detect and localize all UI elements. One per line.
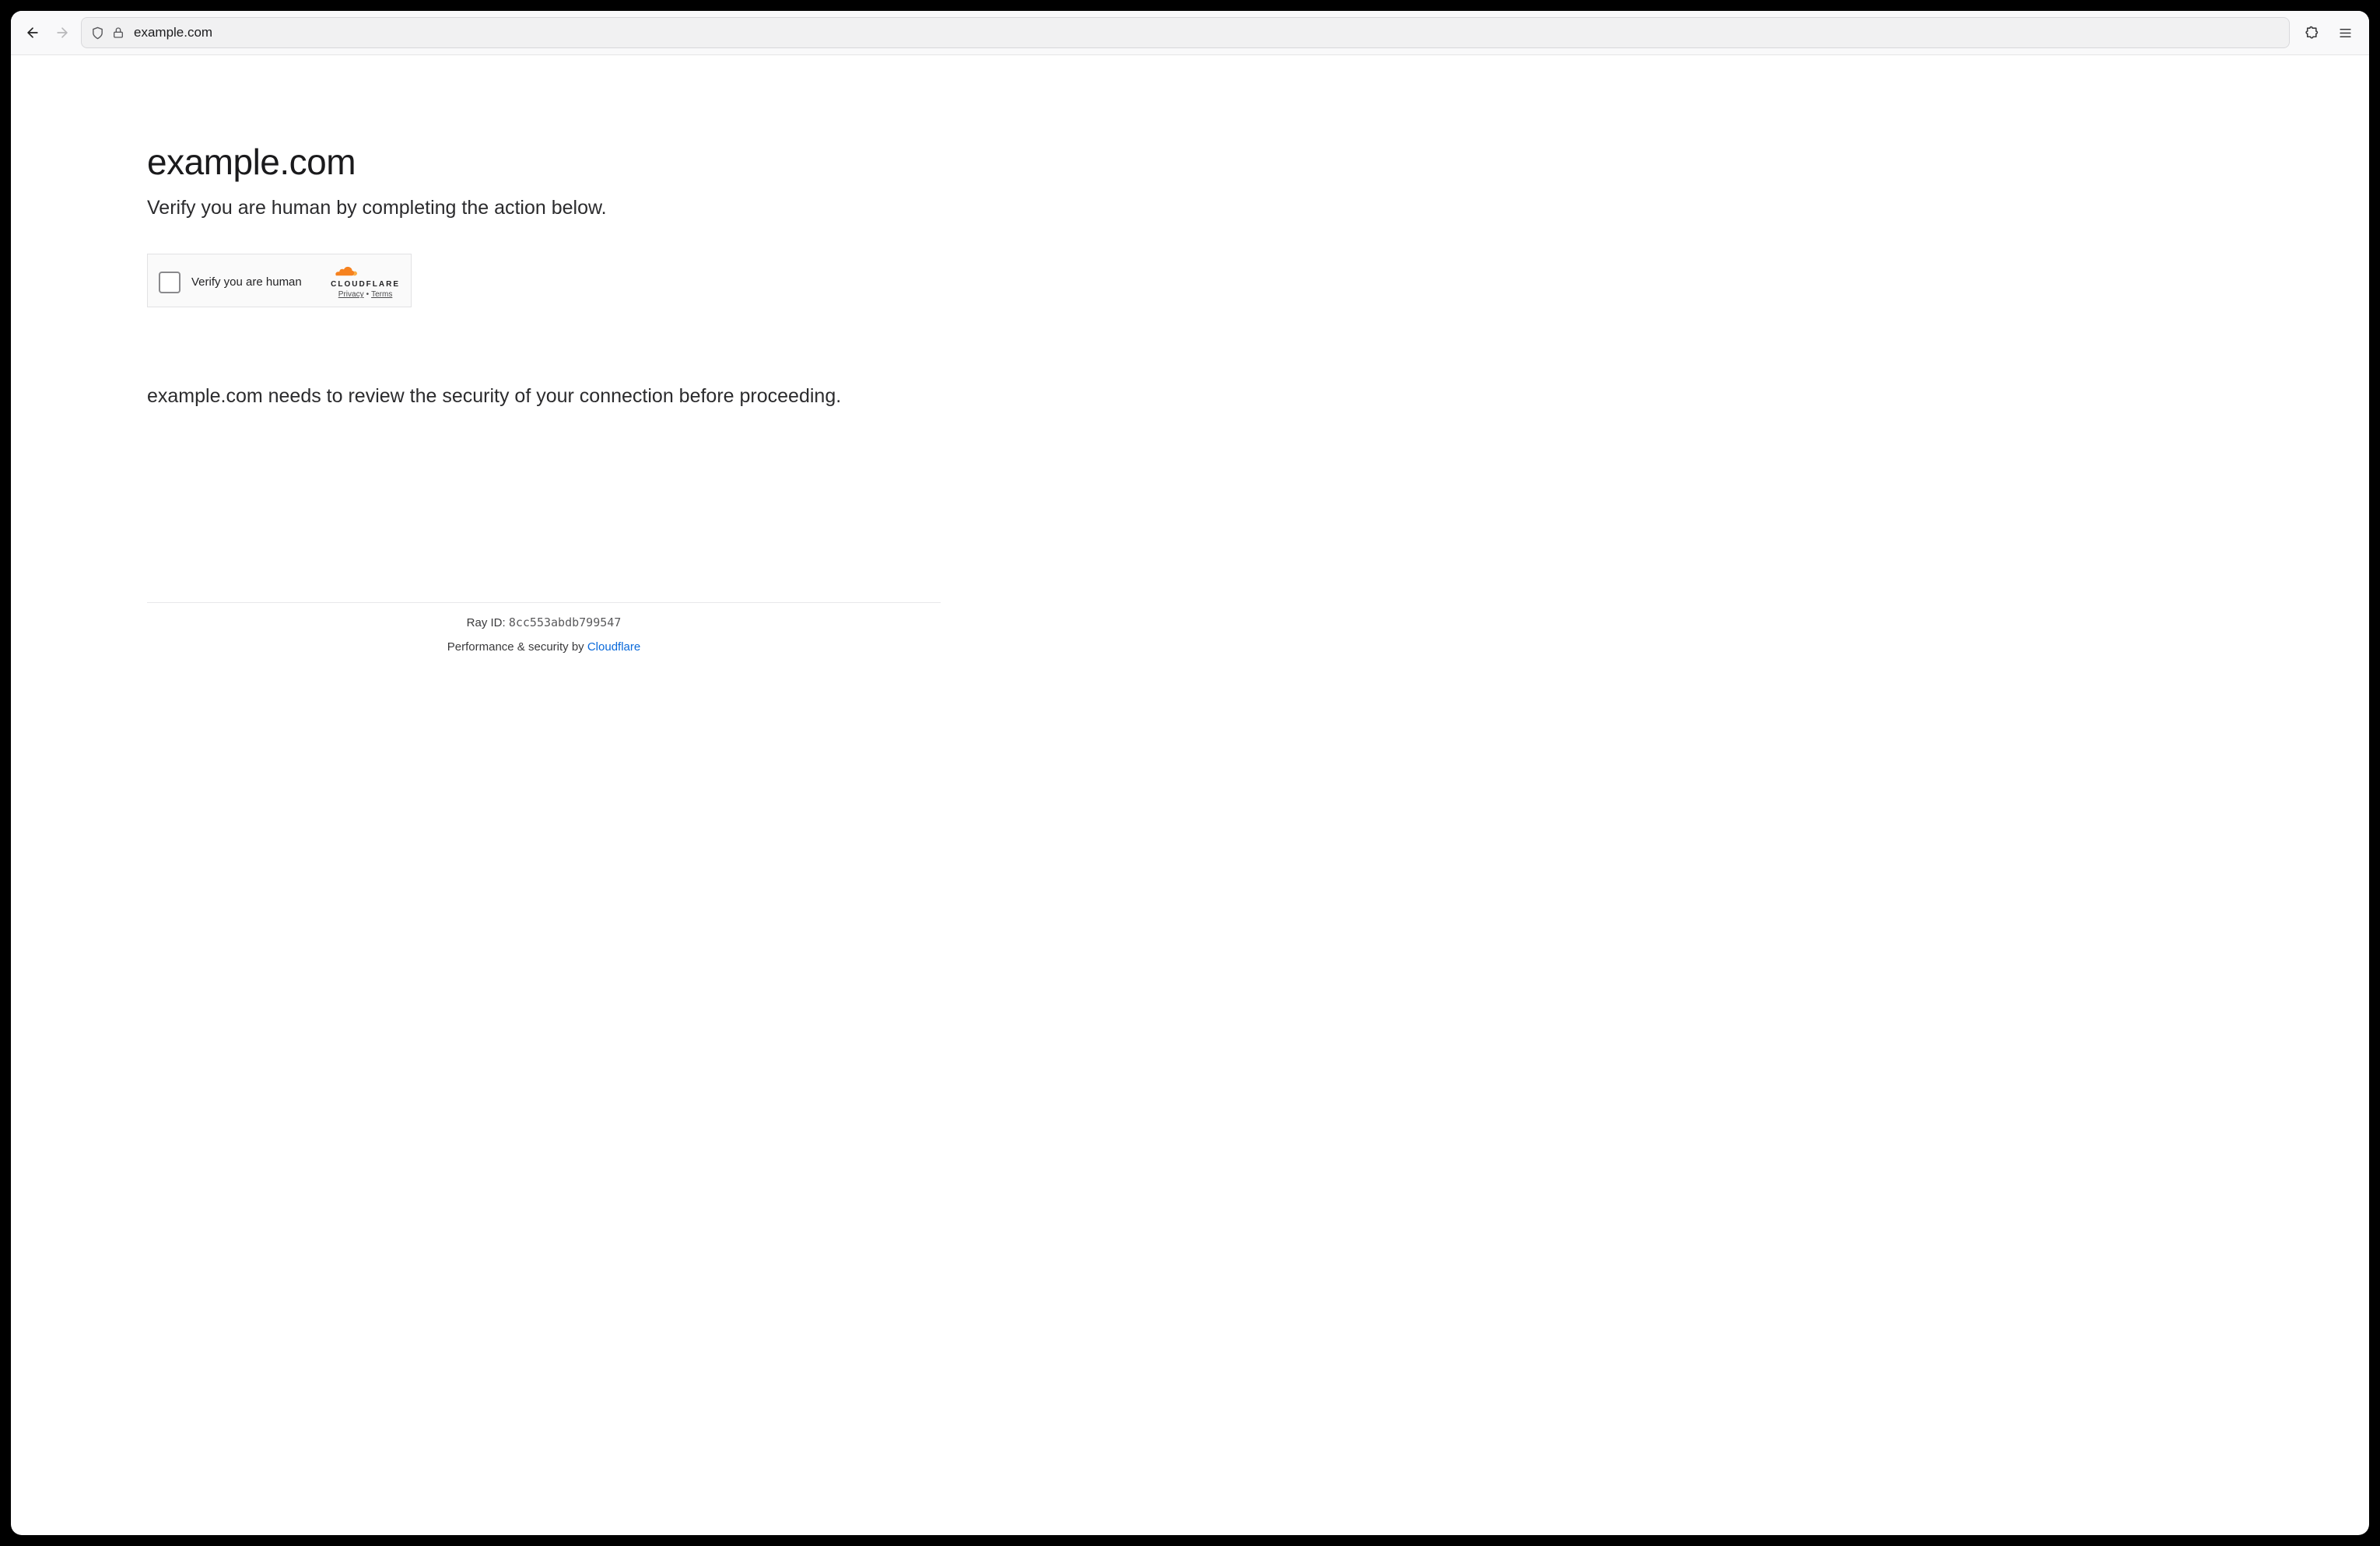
cloudflare-cloud-icon <box>331 265 400 279</box>
cloudflare-wordmark: CLOUDFLARE <box>331 280 400 289</box>
page-footer: Ray ID: 8cc553abdb799547 Performance & s… <box>147 602 941 654</box>
lock-icon <box>112 26 124 39</box>
arrow-right-icon <box>54 25 70 40</box>
turnstile-branding: CLOUDFLARE Privacy•Terms <box>331 265 400 299</box>
ray-id-line: Ray ID: 8cc553abdb799547 <box>147 615 941 629</box>
perf-prefix: Performance & security by <box>447 640 587 654</box>
verify-checkbox-label: Verify you are human <box>191 275 320 289</box>
browser-window: example.com Verify you are human by comp… <box>11 11 2369 1535</box>
turnstile-widget: Verify you are human CLOUDFLARE Privacy•… <box>147 254 412 307</box>
verify-subtitle: Verify you are human by completing the a… <box>147 197 941 219</box>
puzzle-icon <box>2304 26 2319 40</box>
menu-button[interactable] <box>2332 19 2358 46</box>
browser-toolbar <box>11 11 2369 55</box>
verify-checkbox[interactable] <box>159 272 181 293</box>
url-input[interactable] <box>134 25 2280 40</box>
address-bar[interactable] <box>81 17 2290 48</box>
site-title: example.com <box>147 141 941 183</box>
extensions-button[interactable] <box>2298 19 2324 46</box>
ray-id-value: 8cc553abdb799547 <box>509 615 622 629</box>
cloudflare-link[interactable]: Cloudflare <box>587 640 640 654</box>
arrow-left-icon <box>25 25 40 40</box>
page-content: example.com Verify you are human by comp… <box>11 55 2369 1535</box>
review-message: example.com needs to review the security… <box>147 385 941 408</box>
back-button[interactable] <box>22 22 44 44</box>
separator-dot: • <box>366 290 370 299</box>
forward-button[interactable] <box>51 22 73 44</box>
hamburger-icon <box>2338 26 2353 40</box>
perf-line: Performance & security by Cloudflare <box>147 640 941 654</box>
turnstile-privacy-link[interactable]: Privacy <box>338 290 364 299</box>
turnstile-terms-link[interactable]: Terms <box>371 290 392 299</box>
ray-id-label: Ray ID: <box>467 616 509 629</box>
shield-icon <box>91 26 104 40</box>
